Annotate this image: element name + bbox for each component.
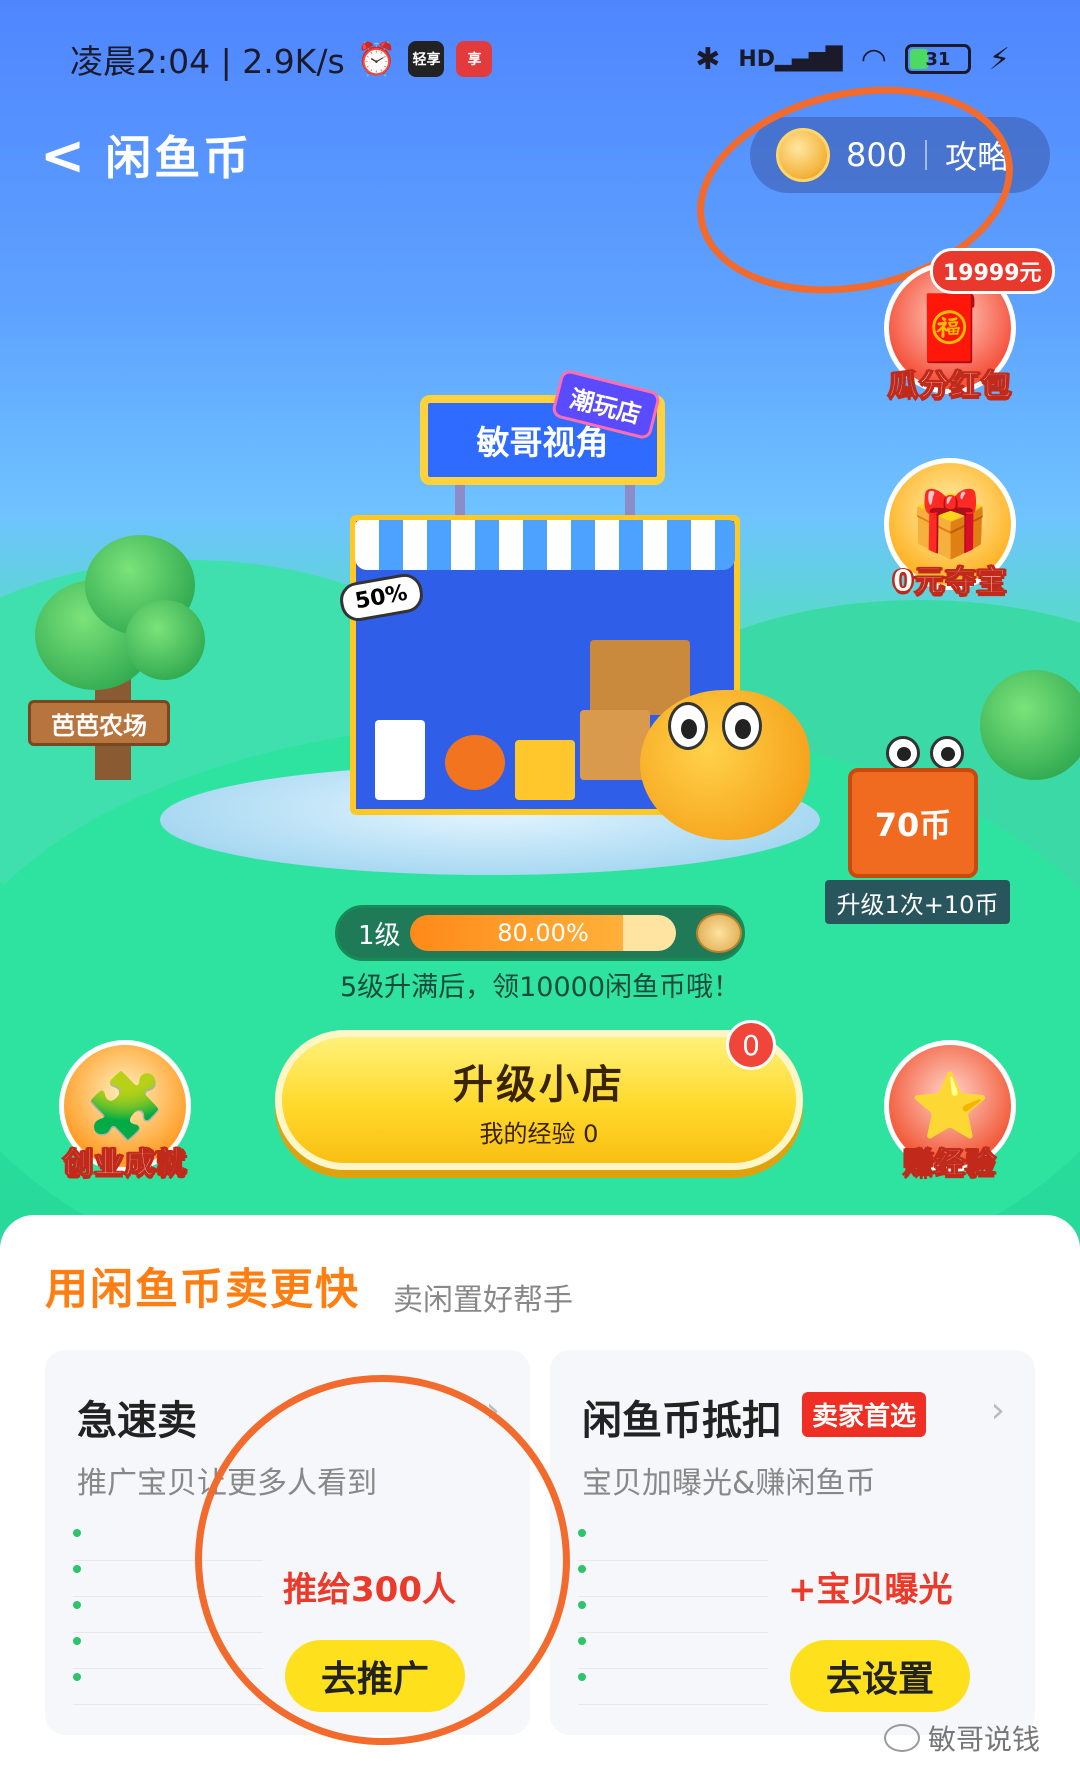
battery-icon: 31 <box>904 44 971 74</box>
card-title: 闲鱼币抵扣 <box>582 1398 782 1444</box>
signal-icon: HD▂▄▆█ <box>738 46 843 72</box>
farm-sign-label: 芭芭农场 <box>51 711 147 740</box>
progress-bar: 80.00% <box>409 915 677 951</box>
mini-record-list <box>578 1525 768 1705</box>
achievement-label: 创业成就 <box>63 1146 187 1182</box>
upgrade-badge: 0 <box>726 1020 776 1070</box>
status-bar: 凌晨2:04 | 2.9K/s ⏰ 轻享 享 ✱ HD▂▄▆█ ◠ 31 ⚡ <box>70 34 1010 84</box>
panel-subtitle: 卖闲置好帮手 <box>393 1283 573 1318</box>
page-title: 闲鱼币 <box>105 131 253 185</box>
bluetooth-icon: ✱ <box>695 41 721 77</box>
coin-chest[interactable]: 70币 <box>848 768 978 878</box>
pumpkin <box>445 735 505 790</box>
chest-label: 70币 <box>874 806 952 844</box>
coin-deduct-card[interactable]: 闲鱼币抵扣 卖家首选 › 宝贝加曝光&赚闲鱼币 +宝贝曝光 去设置 <box>550 1350 1035 1735</box>
upgrade-shop-button[interactable]: 升级小店 我的经验 0 <box>275 1030 803 1170</box>
qr-stand <box>375 720 425 800</box>
seller-choice-badge: 卖家首选 <box>802 1392 927 1437</box>
alarm-icon: ⏰ <box>356 40 397 78</box>
wifi-icon: ◠ <box>860 41 887 77</box>
treasure-button[interactable]: 🎁 0元夺宝 <box>880 458 1020 600</box>
app-tag-icon: 轻享 <box>408 41 445 77</box>
status-time: 凌晨2:04 | 2.9K/s <box>70 42 345 81</box>
panel-title: 用闲鱼币卖更快 <box>45 1265 360 1315</box>
wechat-icon <box>883 1724 920 1752</box>
level-label: 1级 <box>358 920 401 951</box>
sell-faster-panel: 用闲鱼币卖更快 卖闲置好帮手 急速卖 › 推广宝贝让更多人看到 推给300人 去… <box>0 1215 1080 1780</box>
tree-foliage <box>125 600 205 680</box>
treasure-label: 0元夺宝 <box>892 564 1008 600</box>
charging-icon: ⚡ <box>988 41 1010 77</box>
upgrade-label: 升级小店 <box>453 1061 625 1108</box>
stall-awning <box>355 520 735 570</box>
level-progress: 1级 80.00% <box>335 905 745 961</box>
red-packet-label: 瓜分红包 <box>888 368 1012 404</box>
tree-foliage-right <box>980 670 1080 780</box>
earn-exp-button[interactable]: ⭐ 赚经验 <box>880 1040 1020 1182</box>
progress-percent: 80.00% <box>497 919 589 947</box>
earn-exp-label: 赚经验 <box>903 1146 997 1182</box>
settings-button[interactable]: 去设置 <box>790 1640 970 1712</box>
chest-eye <box>930 736 964 770</box>
chevron-right-icon[interactable]: › <box>991 1390 1005 1431</box>
achievement-button[interactable]: 🧩 创业成就 <box>55 1040 195 1182</box>
back-button[interactable]: < <box>40 124 85 187</box>
chest-note: 升级1次+10币 <box>825 880 1010 924</box>
progress-hint: 5级升满后，领10000闲鱼币哦！ <box>339 972 741 1003</box>
farm-sign[interactable]: 芭芭农场 <box>28 700 170 746</box>
card-highlight: +宝贝曝光 <box>788 1570 953 1610</box>
watermark-text: 敏哥说钱 <box>927 1723 1040 1756</box>
coin-stack-icon <box>696 913 743 953</box>
mystery-box <box>515 740 575 800</box>
card-title: 急速卖 <box>77 1398 197 1444</box>
watermark: 敏哥说钱 <box>883 1718 1040 1758</box>
fish-mascot[interactable] <box>640 690 810 840</box>
chest-eye <box>886 736 920 770</box>
red-packet-badge: 19999元 <box>930 248 1055 294</box>
upgrade-exp: 我的经验 0 <box>479 1119 599 1148</box>
card-desc: 宝贝加曝光&赚闲鱼币 <box>582 1466 876 1501</box>
app-tag-icon: 享 <box>456 41 493 77</box>
